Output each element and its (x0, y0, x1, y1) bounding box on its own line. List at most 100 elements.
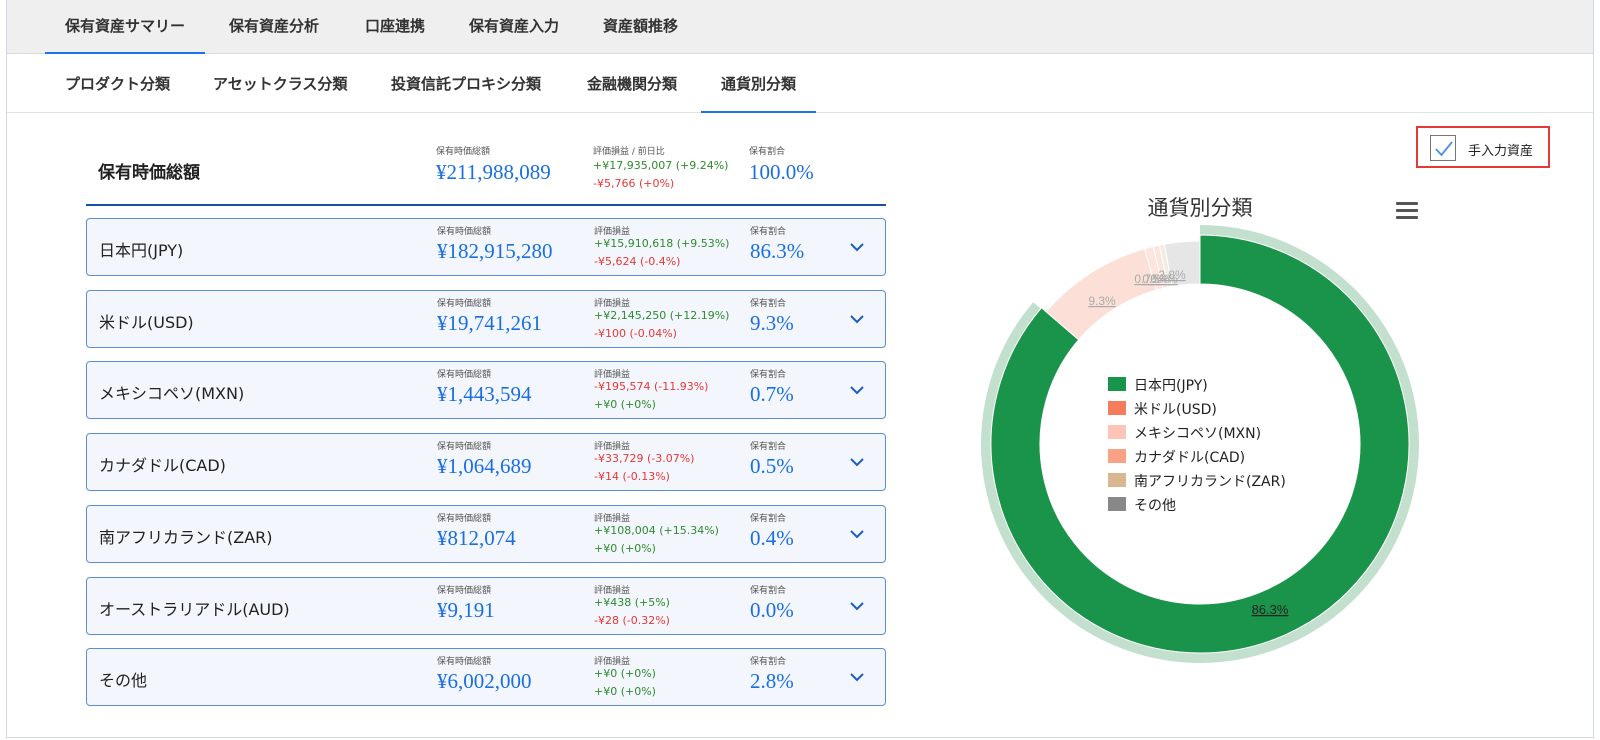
day-change: +¥0 (+0%) (594, 685, 656, 698)
tab-holdings-analysis[interactable]: 保有資産分析 (209, 0, 339, 54)
day-change: +¥0 (+0%) (594, 542, 656, 555)
summary-total: 保有時価総額 保有時価総額 ¥211,988,089 評価損益 / 前日比 +¥… (86, 140, 886, 206)
value-label: 保有時価総額 (437, 227, 492, 237)
share-label: 保有割合 (750, 370, 787, 380)
manual-assets-toggle[interactable]: 手入力資産 (1416, 126, 1550, 168)
share-label: 保有割合 (750, 514, 787, 524)
pl-label: 評価損益 (594, 227, 631, 237)
legend-swatch (1108, 401, 1126, 415)
day-change: -¥28 (-0.32%) (594, 614, 670, 627)
data-label: 86.3% (1252, 602, 1289, 617)
currency-name: 南アフリカランド(ZAR) (99, 528, 273, 547)
value-label: 保有時価総額 (437, 442, 492, 452)
market-value: ¥6,002,000 (437, 669, 532, 693)
profit-loss: +¥15,910,618 (+9.53%) (594, 237, 730, 250)
legend-swatch (1108, 377, 1126, 391)
holding-share: 0.5% (750, 454, 794, 478)
currency-row-zar[interactable]: 南アフリカランド(ZAR) 保有時価総額 ¥812,074 評価損益 +¥108,004… (86, 505, 886, 563)
market-value: ¥182,915,280 (437, 239, 553, 263)
profit-loss: +¥108,004 (+15.34%) (594, 524, 719, 537)
chevron-down-icon[interactable] (847, 380, 867, 400)
summary-share: 100.0% (749, 160, 814, 184)
pl-label: 評価損益 (594, 370, 631, 380)
summary-pl: +¥17,935,007 (+9.24%) (593, 159, 729, 172)
summary-day-change: -¥5,766 (+0%) (593, 177, 675, 190)
holding-share: 0.0% (750, 598, 794, 622)
holding-share: 86.3% (750, 239, 805, 263)
subtab-product[interactable]: プロダクト分類 (45, 55, 190, 113)
day-change: -¥100 (-0.04%) (594, 327, 677, 340)
currency-name: 日本円(JPY) (99, 241, 184, 260)
currency-row-mxn[interactable]: メキシコペソ(MXN) 保有時価総額 ¥1,443,594 評価損益 -¥195,574… (86, 361, 886, 419)
profit-loss: +¥438 (+5%) (594, 596, 670, 609)
legend-swatch (1108, 449, 1126, 463)
hamburger-menu-icon[interactable] (1396, 202, 1418, 220)
manual-assets-checkbox[interactable] (1430, 135, 1456, 161)
holding-share: 2.8% (750, 669, 794, 693)
share-label: 保有割合 (750, 227, 787, 237)
holding-share: 0.4% (750, 526, 794, 550)
legend-label: 南アフリカランド(ZAR) (1134, 474, 1286, 490)
chevron-down-icon[interactable] (847, 237, 867, 257)
legend-swatch (1108, 497, 1126, 511)
subtab-currency[interactable]: 通貨別分類 (701, 55, 817, 113)
chevron-down-icon[interactable] (847, 667, 867, 687)
currency-row-jpy[interactable]: 日本円(JPY) 保有時価総額 ¥182,915,280 評価損益 +¥15,910,6… (86, 218, 886, 276)
market-value: ¥9,191 (437, 598, 495, 622)
pl-label: 評価損益 (594, 514, 631, 524)
tab-asset-trend[interactable]: 資産額推移 (583, 0, 698, 54)
pl-label: 評価損益 (594, 299, 631, 309)
summary-title: 保有時価総額 (98, 163, 200, 183)
currency-row-usd[interactable]: 米ドル(USD) 保有時価総額 ¥19,741,261 評価損益 +¥2,145,250… (86, 290, 886, 348)
pie-slice[interactable] (990, 234, 1410, 654)
tab-holdings-input[interactable]: 保有資産入力 (449, 0, 579, 54)
currency-name: 米ドル(USD) (99, 313, 194, 332)
subtab-fund-proxy[interactable]: 投資信託プロキシ分類 (371, 55, 561, 113)
day-change: -¥14 (-0.13%) (594, 470, 670, 483)
currency-name: メキシコペソ(MXN) (99, 384, 245, 403)
share-label: 保有割合 (750, 586, 787, 596)
market-value: ¥812,074 (437, 526, 516, 550)
value-label: 保有時価総額 (437, 370, 492, 380)
legend-label: その他 (1134, 498, 1176, 514)
legend-label: カナダドル(CAD) (1134, 450, 1246, 466)
subtab-asset-class[interactable]: アセットクラス分類 (193, 55, 367, 113)
manual-assets-label: 手入力資産 (1468, 144, 1534, 159)
chevron-down-icon[interactable] (847, 524, 867, 544)
legend-label: メキシコペソ(MXN) (1134, 426, 1262, 442)
profit-loss: +¥0 (+0%) (594, 667, 656, 680)
profit-loss: -¥33,729 (-3.07%) (594, 452, 695, 465)
currency-name: オーストラリアドル(AUD) (99, 600, 290, 619)
profit-loss: +¥2,145,250 (+12.19%) (594, 309, 730, 322)
value-label: 保有時価総額 (437, 657, 492, 667)
tab-holdings-summary[interactable]: 保有資産サマリー (45, 0, 206, 54)
tab-account-link[interactable]: 口座連携 (345, 0, 445, 54)
chevron-down-icon[interactable] (847, 309, 867, 329)
chevron-down-icon[interactable] (847, 596, 867, 616)
check-icon (1435, 141, 1453, 157)
data-label: 2.8% (1158, 268, 1186, 282)
pl-label: 評価損益 (594, 442, 631, 452)
currency-row-cad[interactable]: カナダドル(CAD) 保有時価総額 ¥1,064,689 評価損益 -¥33,729 (… (86, 433, 886, 491)
pl-label: 評価損益 (594, 657, 631, 667)
holding-share: 9.3% (750, 311, 794, 335)
pl-label: 評価損益 (594, 586, 631, 596)
subtab-institution[interactable]: 金融機関分類 (567, 55, 697, 113)
share-label: 保有割合 (750, 299, 787, 309)
currency-row-other[interactable]: その他 保有時価総額 ¥6,002,000 評価損益 +¥0 (+0%) +¥0 (+0%… (86, 648, 886, 706)
currency-row-aud[interactable]: オーストラリアドル(AUD) 保有時価総額 ¥9,191 評価損益 +¥438 (+5%… (86, 577, 886, 635)
day-change: +¥0 (+0%) (594, 398, 656, 411)
currency-name: その他 (99, 671, 148, 690)
value-label: 保有時価総額 (437, 586, 492, 596)
chevron-down-icon[interactable] (847, 452, 867, 472)
hover-halo (981, 225, 1419, 663)
legend-label: 米ドル(USD) (1134, 402, 1217, 418)
share-label: 保有割合 (750, 657, 787, 667)
share-label: 保有割合 (750, 442, 787, 452)
legend-swatch (1108, 425, 1126, 439)
sub-nav: プロダクト分類 アセットクラス分類 投資信託プロキシ分類 金融機関分類 通貨別分… (7, 55, 1593, 113)
day-change: -¥5,624 (-0.4%) (594, 255, 681, 268)
currency-name: カナダドル(CAD) (99, 456, 226, 475)
top-nav: 保有資産サマリー 保有資産分析 口座連携 保有資産入力 資産額推移 (7, 0, 1593, 54)
market-value: ¥1,443,594 (437, 382, 532, 406)
